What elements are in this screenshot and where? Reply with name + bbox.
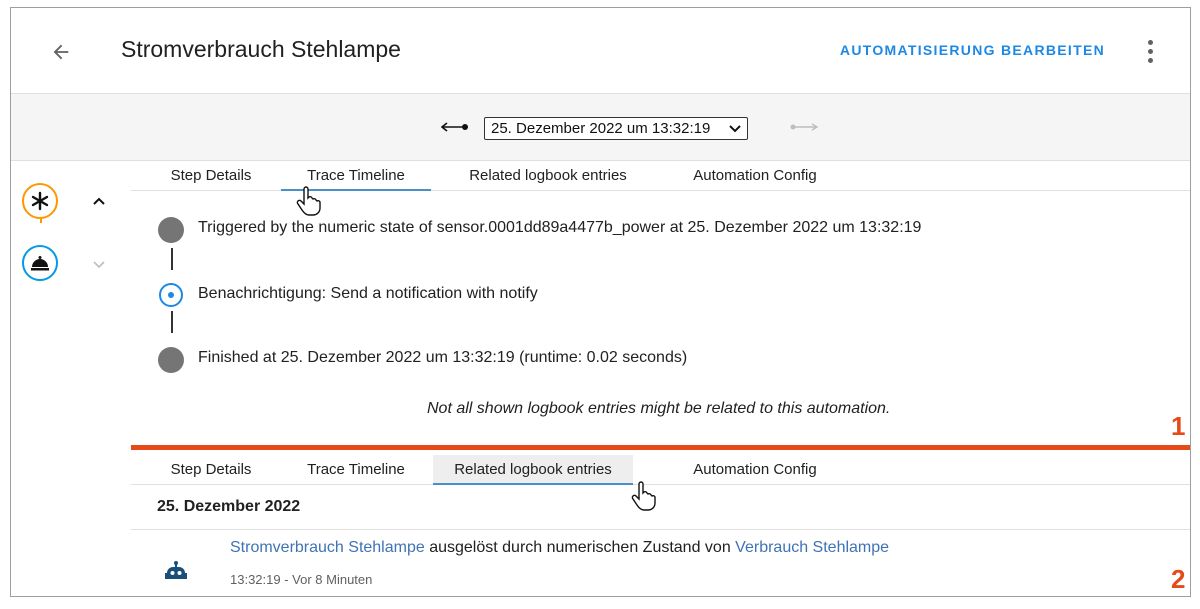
annotation-marker-2: 2 — [1171, 564, 1186, 594]
logbook-date-heading: 25. Dezember 2022 — [157, 498, 301, 515]
trace-select[interactable]: 25. Dezember 2022 um 13:32:19 — [484, 117, 748, 140]
tab-related-logbook[interactable]: Related logbook entries — [452, 161, 644, 191]
hand-pointer-icon — [631, 481, 656, 511]
tab-related-logbook[interactable]: Related logbook entries — [433, 455, 633, 485]
arrow-right-icon — [790, 123, 819, 131]
entry-timestamp: 13:32:19 - Vor 8 Minuten — [230, 572, 373, 587]
entry-source-link[interactable]: Verbrauch Stehlampe — [735, 539, 889, 556]
timeline-trigger-text: Triggered by the numeric state of sensor… — [198, 219, 922, 236]
tab-automation-config[interactable]: Automation Config — [677, 455, 833, 485]
chevron-up-icon — [93, 197, 105, 205]
previous-trace-button[interactable] — [441, 114, 471, 140]
timeline-action-dot — [159, 283, 183, 307]
timeline-connector — [171, 311, 173, 333]
asterisk-icon — [31, 191, 49, 211]
divider — [131, 529, 1190, 530]
entry-message: ausgelöst durch numerischen Zustand von — [424, 539, 736, 556]
page-title: Stromverbrauch Stehlampe — [121, 36, 401, 62]
logbook-note: Not all shown logbook entries might be r… — [427, 400, 891, 417]
window: Stromverbrauch Stehlampe AUTOMATISIERUNG… — [10, 7, 1191, 597]
robot-icon — [165, 561, 187, 579]
entry-automation-link[interactable]: Stromverbrauch Stehlampe — [230, 539, 425, 556]
arrow-left-right-icon — [441, 122, 468, 132]
hand-pointer-icon — [296, 186, 321, 216]
arrow-left-icon — [53, 44, 69, 60]
chevron-down-icon — [93, 261, 105, 269]
action-node[interactable] — [22, 245, 58, 281]
tab-step-details[interactable]: Step Details — [159, 455, 263, 485]
tab-trace-timeline[interactable]: Trace Timeline — [296, 455, 416, 485]
trace-tabs-bottom: Step Details Trace Timeline Related logb… — [131, 455, 1190, 485]
timeline-connector — [171, 248, 173, 270]
collapse-up-button[interactable] — [89, 191, 109, 211]
next-trace-button — [789, 114, 823, 140]
expand-down-button — [89, 255, 109, 275]
tab-automation-config[interactable]: Automation Config — [677, 161, 833, 191]
bell-icon — [31, 256, 49, 271]
trace-tabs: Step Details Trace Timeline Related logb… — [131, 161, 1190, 191]
trigger-node[interactable] — [22, 183, 58, 219]
back-button[interactable] — [45, 36, 77, 68]
chevron-down-icon — [729, 124, 741, 132]
trace-toolbar: 25. Dezember 2022 um 13:32:19 — [11, 94, 1190, 161]
edit-automation-button[interactable]: AUTOMATISIERUNG BEARBEITEN — [840, 42, 1105, 58]
timeline-finished-text: Finished at 25. Dezember 2022 um 13:32:1… — [198, 349, 688, 366]
timeline-finished-dot — [158, 347, 184, 373]
dots-vertical-icon — [1147, 39, 1153, 45]
annotation-divider — [131, 445, 1190, 450]
logbook-entry: Stromverbrauch Stehlampe ausgelöst durch… — [230, 539, 889, 557]
tab-step-details[interactable]: Step Details — [159, 161, 263, 191]
app-header: Stromverbrauch Stehlampe AUTOMATISIERUNG… — [11, 8, 1190, 94]
more-menu-button[interactable] — [1138, 34, 1162, 68]
trace-select-value: 25. Dezember 2022 um 13:32:19 — [491, 120, 711, 137]
annotation-marker-1: 1 — [1171, 411, 1186, 441]
timeline-trigger-dot — [158, 217, 184, 243]
timeline-action-text: Benachrichtigung: Send a notification wi… — [198, 285, 538, 302]
